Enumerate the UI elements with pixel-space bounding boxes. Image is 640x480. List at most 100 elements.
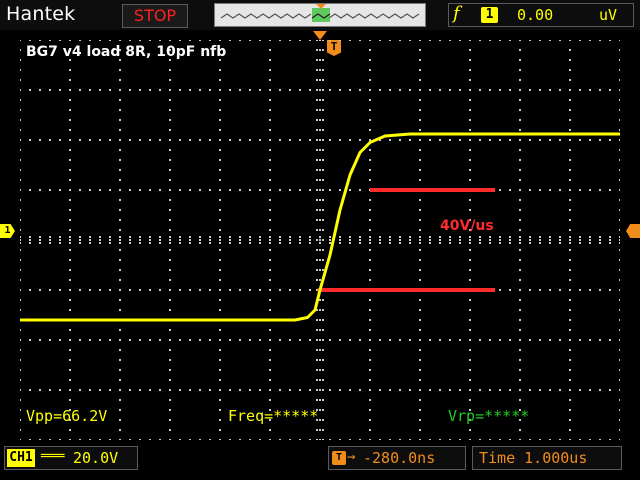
grid-dot <box>619 179 620 181</box>
grid-dot <box>519 242 521 244</box>
grid-dot <box>419 369 421 371</box>
grid-dot <box>419 139 421 141</box>
grid-dot <box>519 79 521 81</box>
grid-dot <box>459 339 461 341</box>
grid-dot <box>322 339 324 341</box>
grid-dot <box>69 279 71 281</box>
grid-dot <box>319 239 321 241</box>
run-stop-status[interactable]: STOP <box>122 4 188 28</box>
grid-dot <box>389 40 391 41</box>
grid-dot <box>349 239 351 241</box>
grid-dot <box>149 439 151 440</box>
grid-dot <box>459 236 461 238</box>
grid-dot <box>119 239 121 241</box>
grid-dot <box>69 259 71 261</box>
grid-dot <box>219 369 221 371</box>
grid-dot <box>169 89 171 91</box>
grid-dot <box>322 269 324 271</box>
channel-settings[interactable]: CH1 ═══ 20.0V <box>4 446 138 470</box>
grid-dot <box>219 199 221 201</box>
grid-dot <box>419 79 421 81</box>
grid-dot <box>20 139 21 141</box>
grid-dot <box>322 99 324 101</box>
trigger-indicator[interactable]: f 1 0.00 uV <box>448 3 634 27</box>
grid-dot <box>219 109 221 111</box>
grid-dot <box>329 139 331 141</box>
grid-dot <box>549 139 551 141</box>
grid-dot <box>20 259 21 261</box>
grid-dot <box>529 389 531 391</box>
grid-dot <box>509 289 511 291</box>
ch1-level-marker[interactable]: 1 <box>0 224 15 238</box>
grid-dot <box>569 236 571 238</box>
grid-dot <box>489 236 491 238</box>
grid-dot <box>219 40 221 41</box>
grid-dot <box>20 429 21 431</box>
grid-dot <box>419 179 421 181</box>
grid-dot <box>499 236 501 238</box>
timebase-setting[interactable]: Time 1.000us <box>472 446 622 470</box>
grid-dot <box>359 439 361 440</box>
grid-dot <box>499 242 501 244</box>
grid-dot <box>519 349 521 351</box>
grid-dot <box>119 149 121 151</box>
grid-dot <box>569 209 571 211</box>
grid-dot <box>322 109 324 111</box>
grid-dot <box>519 99 521 101</box>
grid-dot <box>599 139 601 141</box>
grid-dot <box>439 236 441 238</box>
grid-dot <box>459 242 461 244</box>
grid-dot <box>69 40 71 41</box>
grid-dot <box>529 89 531 91</box>
grid-dot <box>69 236 71 238</box>
grid-dot <box>199 89 201 91</box>
grid-dot <box>619 399 620 401</box>
grid-dot <box>269 89 271 91</box>
grid-dot <box>316 159 318 161</box>
trigger-position-arrow-icon[interactable] <box>313 31 327 40</box>
grid-dot <box>119 169 121 171</box>
grid-dot <box>569 369 571 371</box>
grid-dot <box>319 349 321 351</box>
grid-dot <box>619 279 620 281</box>
grid-dot <box>259 242 261 244</box>
grid-dot <box>20 359 21 361</box>
grid-dot <box>20 199 21 201</box>
grid-dot <box>159 439 161 440</box>
grid-dot <box>316 439 318 440</box>
grid-dot <box>269 179 271 181</box>
grid-dot <box>619 109 620 111</box>
grid-dot <box>109 189 111 191</box>
grid-dot <box>316 399 318 401</box>
horizontal-position[interactable]: T → -280.0ns <box>328 446 466 470</box>
grid-dot <box>169 109 171 111</box>
grid-dot <box>209 339 211 341</box>
grid-dot <box>469 339 471 341</box>
grid-dot <box>316 339 318 341</box>
grid-dot <box>569 139 571 141</box>
grid-dot <box>169 169 171 171</box>
grid-dot <box>179 289 181 291</box>
grid-dot <box>69 159 71 161</box>
grid-dot <box>499 89 501 91</box>
grid-dot <box>269 199 271 201</box>
grid-dot <box>529 289 531 291</box>
grid-dot <box>329 89 331 91</box>
grid-dot <box>20 379 21 381</box>
grid-dot <box>109 242 111 244</box>
grid-dot <box>89 40 91 41</box>
grid-dot <box>559 339 561 341</box>
grid-dot <box>569 229 571 231</box>
grid-dot <box>579 236 581 238</box>
grid-dot <box>69 199 71 201</box>
grid-dot <box>379 89 381 91</box>
grid-dot <box>309 239 311 241</box>
grid-dot <box>119 269 121 271</box>
trigger-level-marker[interactable] <box>626 224 640 238</box>
grid-dot <box>169 242 171 244</box>
grid-dot <box>589 139 591 141</box>
grid-dot <box>519 159 521 161</box>
grid-dot <box>20 309 21 311</box>
grid-dot <box>519 179 521 181</box>
grid-dot <box>499 239 501 241</box>
